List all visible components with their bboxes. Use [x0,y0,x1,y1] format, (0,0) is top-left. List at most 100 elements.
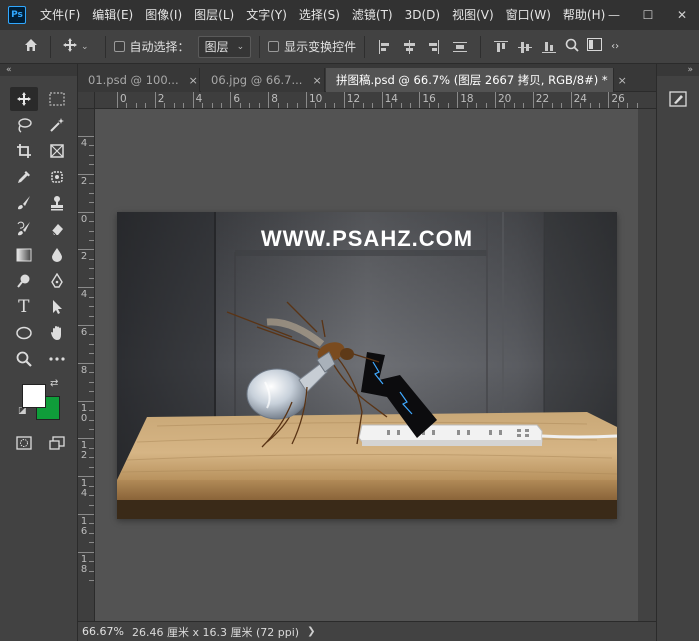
align-middle-v-icon[interactable] [518,40,533,54]
ruler-tick [89,258,94,260]
canvas-area[interactable]: WWW.PSAHZ.COM [95,109,638,621]
collapse-toolbar-icon[interactable]: « [0,64,77,76]
close-button[interactable]: ✕ [665,0,699,30]
ruler-tick [89,428,94,430]
ruler-origin[interactable] [78,92,95,109]
ruler-tick [89,561,94,563]
search-icon[interactable] [561,38,583,56]
align-left-icon[interactable] [378,39,392,54]
blur-icon[interactable] [44,243,72,267]
align-center-h-icon[interactable] [402,39,416,54]
ruler-tick [89,447,94,449]
menu-window[interactable]: 窗口(W) [500,0,557,30]
screen-mode-icon[interactable] [44,431,72,455]
menu-select[interactable]: 选择(S) [293,0,346,30]
pen-icon[interactable] [44,269,72,293]
ruler-tick [89,268,94,270]
ellipse-icon[interactable] [10,321,38,345]
menu-layer[interactable]: 图层(L) [188,0,240,30]
crop-icon[interactable] [10,139,38,163]
history-brush-icon[interactable] [10,217,38,241]
ruler-tick [154,92,156,108]
tab-label: 06.jpg @ 66.7... [211,73,303,87]
menu-view[interactable]: 视图(V) [446,0,500,30]
ruler-label: 18 [80,553,88,575]
vertical-ruler[interactable]: 4 2 0 2 4 6 8 10 12 14 16 18 [78,109,95,621]
menu-bar: Ps 文件(F) 编辑(E) 图像(I) 图层(L) 文字(Y) 选择(S) 滤… [0,0,699,30]
ruler-tick [89,466,94,468]
ruler-tick [89,277,94,279]
minimize-button[interactable]: — [597,0,631,30]
window-controls: — ☐ ✕ [597,0,699,30]
ruler-tick [89,315,94,317]
menu-3d[interactable]: 3D(D) [399,0,446,30]
ruler-tick [409,103,411,108]
more-options-icon[interactable]: ‹› [611,41,619,52]
swap-colors-icon[interactable]: ⇄ [50,378,58,389]
align-right-icon[interactable] [426,39,440,54]
frame-icon[interactable] [44,139,72,163]
ruler-tick [173,103,175,108]
document-canvas[interactable]: WWW.PSAHZ.COM [117,212,617,519]
menu-filter[interactable]: 滤镜(T) [346,0,399,30]
close-icon[interactable]: × [189,74,198,87]
properties-panel-icon[interactable] [667,88,689,110]
tab-06-jpg[interactable]: 06.jpg @ 66.7... × [201,68,325,92]
magic-wand-icon[interactable] [44,113,72,137]
collapse-panel-icon[interactable]: » [657,64,699,76]
move-tool-preset-icon[interactable] [59,37,81,57]
clone-stamp-icon[interactable] [44,191,72,215]
auto-select-checkbox[interactable] [113,41,125,52]
ruler-tick [220,103,222,108]
more-tools-icon[interactable] [44,347,72,371]
ruler-tick [78,362,94,364]
close-icon[interactable]: × [312,74,321,87]
zoom-icon[interactable] [10,347,38,371]
rect-marquee-icon[interactable] [44,87,72,111]
ruler-tick [561,103,563,108]
ruler-tick [258,103,260,108]
tab-01-psd[interactable]: 01.psd @ 100... × [78,68,200,92]
menu-image[interactable]: 图像(I) [139,0,188,30]
eraser-icon[interactable] [44,217,72,241]
auto-select-target-dropdown[interactable]: 图层 ⌄ [197,35,252,58]
ruler-tick [447,103,449,108]
menu-file[interactable]: 文件(F) [34,0,86,30]
horizontal-ruler[interactable]: 0 2 4 6 8 10 12 14 16 18 20 22 24 26 [95,92,656,109]
vertical-scrollbar[interactable] [638,109,656,621]
ruler-label: 14 [80,478,88,500]
move-icon[interactable] [10,87,38,111]
ruler-tick [89,495,94,497]
menu-type[interactable]: 文字(Y) [240,0,293,30]
ruler-tick [89,372,94,374]
spot-heal-icon[interactable] [44,165,72,189]
ruler-label: 0 [80,213,88,225]
home-icon[interactable] [20,37,42,57]
close-icon[interactable]: × [618,74,627,87]
show-transform-checkbox[interactable] [268,41,280,52]
lasso-icon[interactable] [10,113,38,137]
chevron-right-icon[interactable]: ❯ [307,626,315,637]
eyedropper-icon[interactable] [10,165,38,189]
path-select-icon[interactable] [44,295,72,319]
tab-active-document[interactable]: 拼图稿.psd @ 66.7% (图层 2667 拷贝, RGB/8#) * × [326,68,627,92]
workspace-icon[interactable] [583,38,605,55]
maximize-button[interactable]: ☐ [631,0,665,30]
quick-mask-icon[interactable] [10,431,38,455]
ruler-tick [126,103,128,108]
type-icon[interactable]: T [10,295,38,319]
ruler-tick [89,504,94,506]
distribute-h-icon[interactable] [453,40,468,54]
ruler-tick [89,239,94,241]
hand-icon[interactable] [44,321,72,345]
ruler-tick [89,306,94,308]
dodge-icon[interactable] [10,269,38,293]
align-bottom-icon[interactable] [542,40,557,54]
brush-icon[interactable] [10,191,38,215]
menu-edit[interactable]: 编辑(E) [86,0,139,30]
foreground-color-swatch[interactable] [22,384,46,408]
align-top-icon[interactable] [494,40,509,54]
zoom-level-field[interactable]: 66.67% [78,625,130,638]
chevron-down-icon[interactable]: ⌄ [81,42,89,52]
gradient-icon[interactable] [10,243,38,267]
